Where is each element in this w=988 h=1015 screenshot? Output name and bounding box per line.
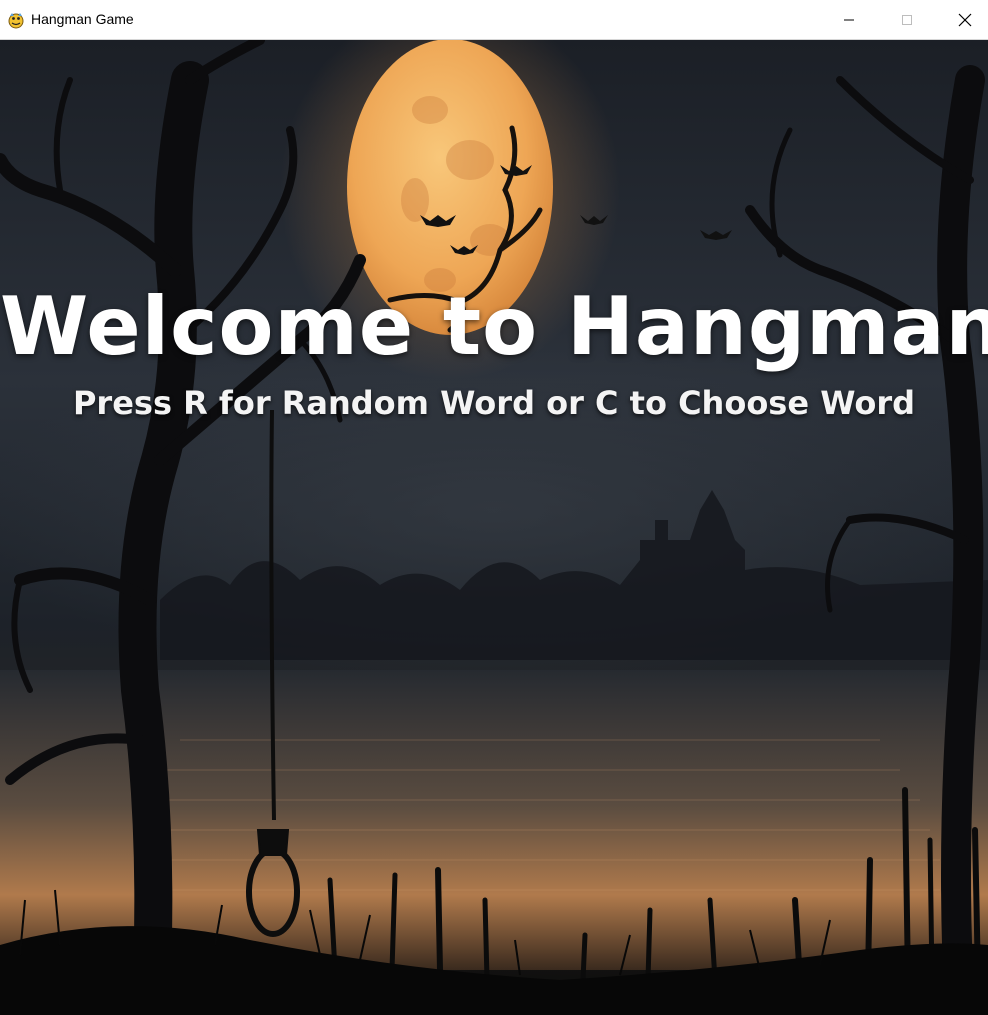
minimize-button[interactable] [820, 0, 878, 40]
game-canvas[interactable] [0, 40, 988, 1015]
pygame-snake-icon [8, 13, 24, 29]
start-instructions: Press R for Random Word or C to Choose W… [72, 384, 916, 422]
welcome-title: Welcome to Hangman [0, 280, 988, 373]
minimize-icon [844, 19, 854, 21]
game-window: Hangman Game Welcome to Hangman Press R … [0, 0, 988, 1015]
window-title: Hangman Game [31, 11, 134, 27]
title-bar[interactable]: Hangman Game [0, 0, 988, 40]
close-icon [958, 13, 972, 27]
close-button[interactable] [936, 0, 988, 40]
maximize-icon [902, 15, 912, 25]
maximize-button[interactable] [878, 0, 936, 40]
